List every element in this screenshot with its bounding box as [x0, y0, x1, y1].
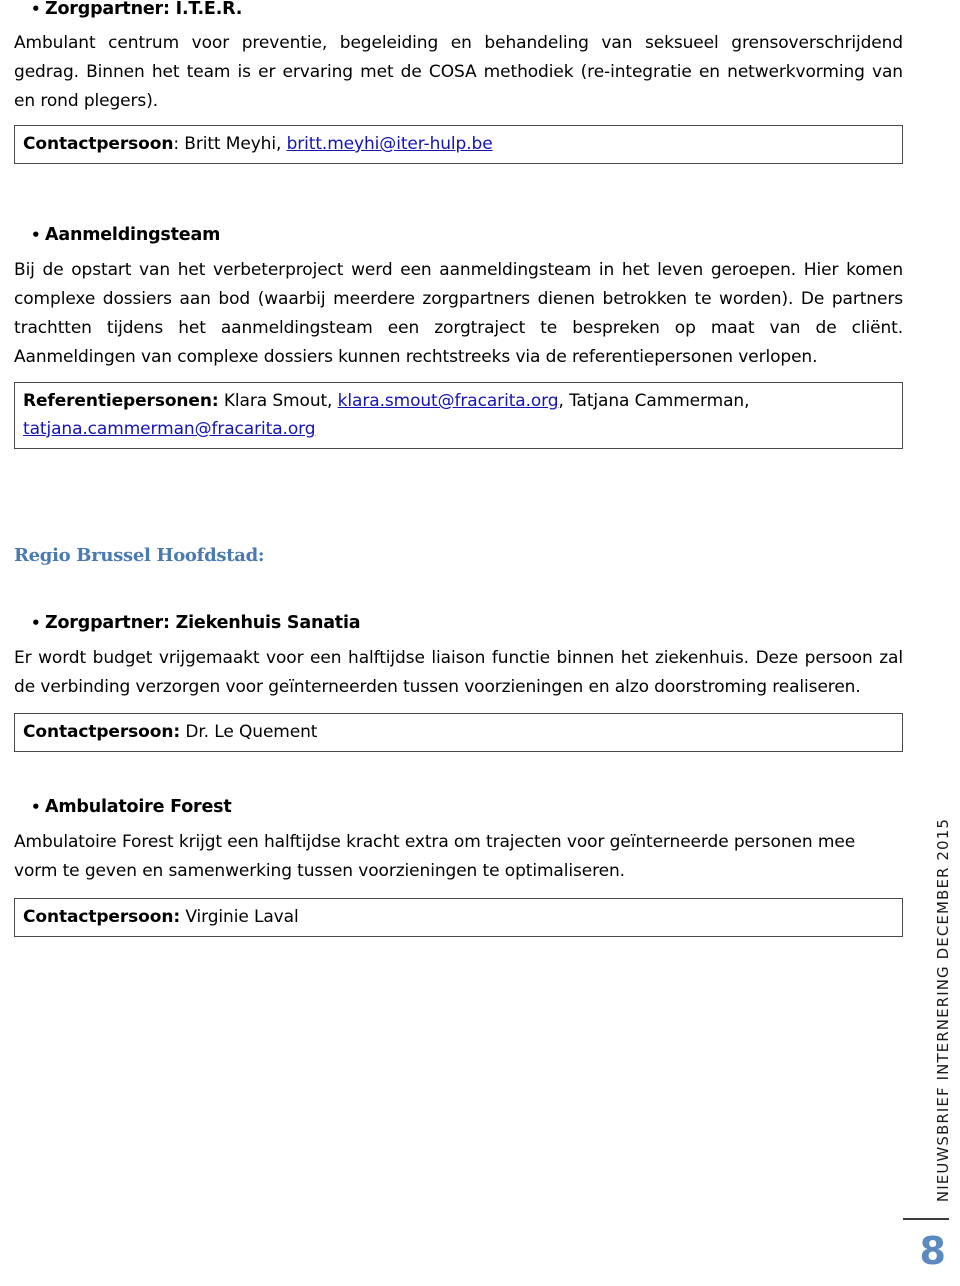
- contact-label: Contactpersoon:: [23, 907, 181, 927]
- section-heading-aanmeldingsteam: • Aanmeldingsteam: [14, 224, 903, 246]
- contact-name: Virginie Laval: [180, 907, 299, 927]
- running-head: NIEUWSBRIEF INTERNERING DECEMBER 2015: [934, 817, 952, 1202]
- section-paragraph-sanatia: Er wordt budget vrijgemaakt voor een hal…: [14, 648, 903, 697]
- contact-email-link[interactable]: britt.meyhi@iter-hulp.be: [287, 134, 493, 154]
- contact-box-ambulatoire-forest: Contactpersoon: Virginie Laval: [14, 898, 903, 937]
- section-heading-sanatia: • Zorgpartner: Ziekenhuis Sanatia: [14, 612, 903, 634]
- contact-name-2: , Tatjana Cammerman,: [558, 391, 750, 411]
- document-page: • Zorgpartner: I.T.E.R. Ambulant centrum…: [0, 0, 960, 1286]
- bullet-icon: •: [31, 0, 41, 18]
- bullet-icon: •: [31, 614, 41, 632]
- contact-box-iter: Contactpersoon: Britt Meyhi, britt.meyhi…: [14, 125, 903, 164]
- section-heading-label: Zorgpartner: I.T.E.R.: [45, 0, 243, 19]
- section-paragraph-aanmeldingsteam: Bij de opstart van het verbeterproject w…: [14, 260, 903, 367]
- region-heading: Regio Brussel Hoofdstad:: [14, 545, 265, 566]
- section-heading-label: Ambulatoire Forest: [45, 797, 232, 817]
- contact-label: Contactpersoon: [23, 134, 174, 154]
- page-number: 8: [919, 1229, 946, 1273]
- section-heading-ambulatoire-forest: • Ambulatoire Forest: [14, 796, 903, 818]
- contact-email-link-2[interactable]: tatjana.cammerman@fracarita.org: [23, 419, 316, 439]
- contact-label: Referentiepersonen:: [23, 391, 219, 411]
- contact-label: Contactpersoon:: [23, 722, 181, 742]
- bullet-icon: •: [31, 226, 41, 244]
- section-heading-label: Aanmeldingsteam: [45, 225, 221, 245]
- section-heading-iter: • Zorgpartner: I.T.E.R.: [14, 0, 903, 20]
- page-sidebar: NIEUWSBRIEF INTERNERING DECEMBER 2015 8: [900, 0, 960, 1286]
- contact-email-link-1[interactable]: klara.smout@fracarita.org: [338, 391, 559, 411]
- document-content: • Zorgpartner: I.T.E.R. Ambulant centrum…: [14, 0, 903, 937]
- contact-name: Britt Meyhi,: [178, 134, 287, 154]
- contact-box-sanatia: Contactpersoon: Dr. Le Quement: [14, 713, 903, 752]
- section-heading-label: Zorgpartner: Ziekenhuis Sanatia: [45, 613, 361, 633]
- bullet-icon: •: [31, 798, 41, 816]
- contact-name: Dr. Le Quement: [180, 722, 318, 742]
- contact-name-1: Klara Smout,: [218, 391, 338, 411]
- section-paragraph-iter: Ambulant centrum voor preventie, begelei…: [14, 33, 903, 111]
- section-paragraph-ambulatoire-forest: Ambulatoire Forest krijgt een halftijdse…: [14, 832, 856, 881]
- contact-box-aanmeldingsteam: Referentiepersonen: Klara Smout, klara.s…: [14, 382, 903, 449]
- page-number-rule: [903, 1218, 949, 1220]
